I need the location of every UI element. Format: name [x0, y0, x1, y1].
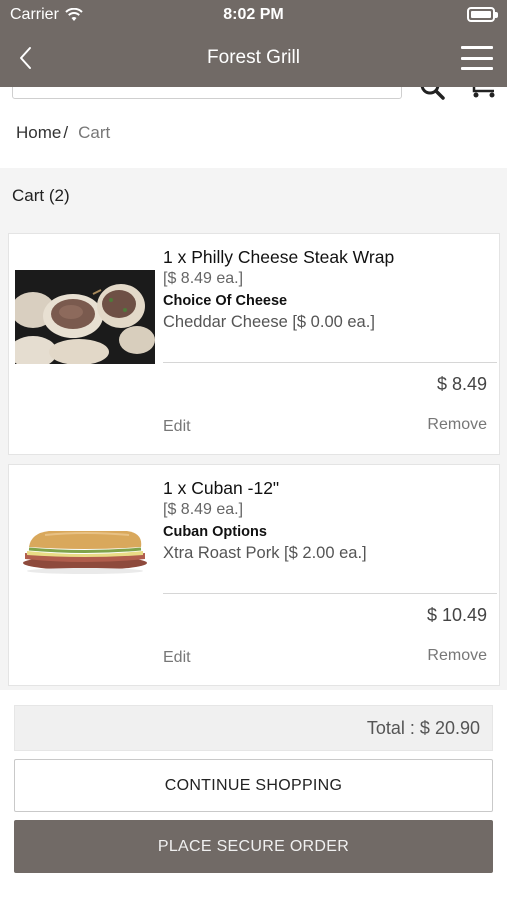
cart-footer: Total : $ 20.90 CONTINUE SHOPPING PLACE …: [0, 690, 507, 900]
edit-item-button[interactable]: Edit: [163, 649, 191, 667]
item-option-label: Cuban Options: [163, 524, 267, 540]
cart-icon[interactable]: [468, 87, 498, 103]
remove-item-button[interactable]: Remove: [427, 416, 487, 434]
status-time: 8:02 PM: [223, 6, 284, 23]
item-details: 1 x Cuban -12" [$ 8.49 ea.] Cuban Option…: [163, 477, 497, 564]
breadcrumb-home[interactable]: Home: [16, 123, 61, 142]
continue-shopping-button[interactable]: CONTINUE SHOPPING: [14, 759, 493, 812]
item-price: $ 8.49: [436, 374, 487, 394]
item-price: $ 10.49: [426, 605, 487, 625]
item-unit-price: [$ 8.49 ea.]: [163, 501, 244, 518]
item-name: 1 x Cuban -12": [163, 478, 280, 498]
item-option-value: Xtra Roast Pork [$ 2.00 ea.]: [163, 544, 367, 562]
breadcrumb: Home / Cart: [0, 109, 507, 168]
hamburger-menu-icon[interactable]: [461, 46, 493, 70]
item-option-label: Choice Of Cheese: [163, 293, 288, 309]
divider: [163, 362, 497, 363]
cart-item: 1 x Philly Cheese Steak Wrap [$ 8.49 ea.…: [8, 233, 500, 455]
remove-item-button[interactable]: Remove: [427, 647, 487, 665]
item-image-cuban: [15, 501, 155, 595]
cart-header: Cart (2): [0, 168, 507, 224]
breadcrumb-separator: /: [63, 123, 69, 142]
nav-bar: Forest Grill: [0, 30, 507, 87]
nav-title: Forest Grill: [207, 47, 300, 68]
edit-item-button[interactable]: Edit: [163, 418, 191, 436]
item-unit-price: [$ 8.49 ea.]: [163, 270, 244, 287]
item-image-philly-wrap: [15, 270, 155, 364]
breadcrumb-current: Cart: [78, 123, 111, 142]
item-details: 1 x Philly Cheese Steak Wrap [$ 8.49 ea.…: [163, 246, 497, 333]
search-strip: [0, 87, 507, 109]
status-bar: Carrier 8:02 PM: [0, 0, 507, 30]
item-name: 1 x Philly Cheese Steak Wrap: [163, 247, 395, 267]
battery-icon: [467, 7, 498, 22]
search-input[interactable]: [12, 87, 402, 99]
cart-total: Total : $ 20.90: [14, 705, 493, 751]
item-option-value: Cheddar Cheese [$ 0.00 ea.]: [163, 313, 375, 331]
divider: [163, 593, 497, 594]
cart-item: 1 x Cuban -12" [$ 8.49 ea.] Cuban Option…: [8, 464, 500, 686]
search-icon[interactable]: [420, 87, 448, 103]
place-secure-order-button[interactable]: PLACE SECURE ORDER: [14, 820, 493, 873]
